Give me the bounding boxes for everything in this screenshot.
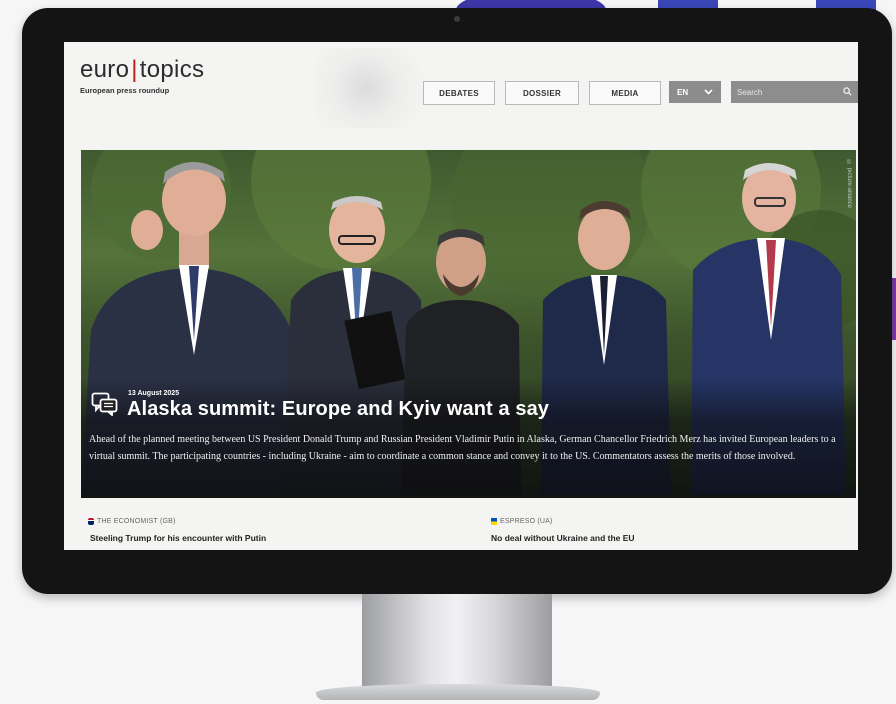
article-date: 13 August 2025 — [128, 390, 180, 397]
language-select[interactable]: EN — [669, 81, 721, 103]
article-source-label: THE ECONOMIST (GB) — [97, 518, 176, 525]
article-source-label: ESPRESO (UA) — [500, 518, 553, 525]
logo-word-topics: topics — [139, 56, 205, 83]
article-source: ESPRESO (UA) — [491, 518, 553, 525]
article-headline[interactable]: Steeling Trump for his encounter with Pu… — [90, 533, 266, 543]
ukraine-flag-icon — [491, 518, 497, 525]
search-placeholder: Search — [737, 87, 763, 97]
debate-speech-bubbles-icon — [91, 392, 119, 416]
logo-separator: | — [131, 56, 138, 83]
article-lead: Ahead of the planned meeting between US … — [89, 434, 836, 462]
uk-flag-icon — [88, 518, 94, 525]
site-logo[interactable]: euro|topics European press roundup — [80, 56, 204, 95]
article-headline[interactable]: No deal without Ukraine and the EU — [491, 533, 635, 543]
website-screen: euro|topics European press roundup DEBAT… — [64, 42, 858, 550]
photo-credit: © picture-alliance — [846, 160, 852, 209]
logo-word-euro: euro — [80, 56, 130, 83]
search-icon[interactable] — [843, 86, 852, 98]
monitor-base — [316, 684, 600, 700]
hero-article[interactable]: © picture-alliance 13 August 2025 Alaska… — [81, 150, 856, 498]
monitor-stand — [362, 594, 552, 686]
language-value: EN — [677, 87, 689, 97]
site-tagline: European press roundup — [80, 86, 170, 95]
chevron-down-icon — [704, 88, 713, 97]
nav-media-button[interactable]: MEDIA — [589, 81, 661, 105]
webcam — [454, 16, 460, 22]
nav-dossier-button[interactable]: DOSSIER — [505, 81, 579, 105]
article-title[interactable]: Alaska summit: Europe and Kyiv want a sa… — [127, 398, 549, 421]
article-source: THE ECONOMIST (GB) — [88, 518, 176, 525]
search-input[interactable]: Search — [731, 81, 858, 103]
nav-debates-button[interactable]: DEBATES — [423, 81, 495, 105]
